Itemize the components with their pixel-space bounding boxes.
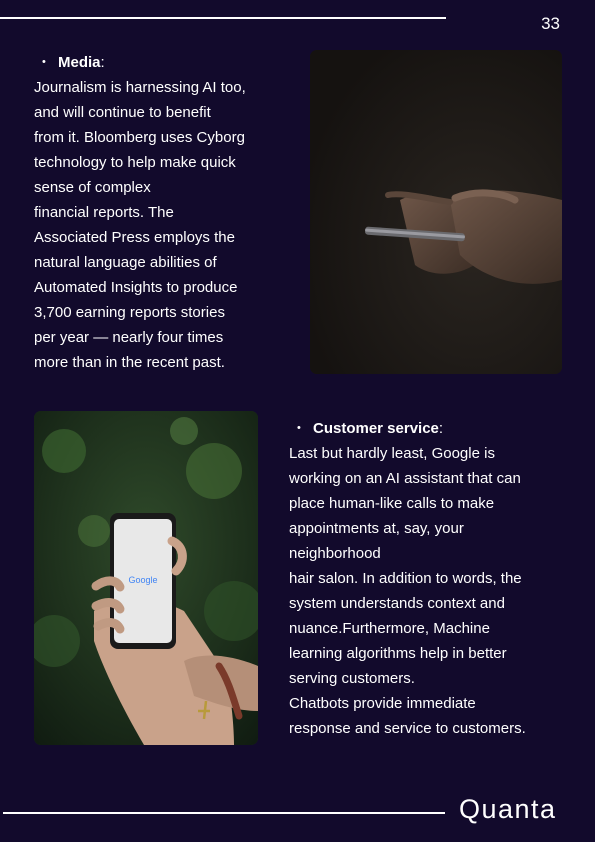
bullet-dot-icon: • [42, 56, 46, 68]
media-line: 3,700 earning reports stories [34, 304, 225, 321]
customer-service-heading: Customer service [313, 420, 439, 437]
media-line: technology to help make quick [34, 154, 236, 171]
customer-service-heading-colon: : [438, 420, 444, 437]
media-line: per year — nearly four times [34, 329, 224, 346]
media-line: Associated Press employs the [34, 229, 235, 246]
customer-service-line: system understands context and [289, 595, 505, 612]
customer-service-line: serving customers. [289, 670, 415, 687]
media-line: from it. Bloomberg uses Cyborg [34, 129, 245, 146]
media-section: • Media: Journalism is harnessing AI too… [34, 50, 284, 375]
customer-service-section: • Customer service: Last but hardly leas… [289, 416, 569, 741]
media-line: Journalism is harnessing AI too, [34, 79, 246, 96]
media-heading: Media [58, 54, 101, 71]
media-heading-line: • Media: [34, 50, 284, 75]
media-line: financial reports. The [34, 204, 174, 221]
customer-service-line: place human-like calls to make [289, 495, 495, 512]
media-heading-colon: : [100, 54, 105, 71]
customer-service-line: appointments at, say, your [289, 520, 464, 537]
bottom-divider [3, 812, 445, 814]
top-divider [0, 17, 446, 19]
customer-service-line: Chatbots provide immediate [289, 695, 476, 712]
customer-service-line: hair salon. In addition to words, the [289, 570, 522, 587]
media-line: more than in the recent past. [34, 354, 225, 371]
google-phone-photo: Google [34, 411, 258, 745]
media-line: Automated Insights to produce [34, 279, 238, 296]
customer-service-line: nuance.Furthermore, Machine [289, 620, 490, 637]
brand-name: Quanta [459, 794, 557, 824]
customer-service-line: response and service to customers. [289, 720, 526, 737]
page-number: 33 [541, 14, 560, 33]
customer-service-line: working on an AI assistant that can [289, 470, 521, 487]
hands-holding-phone-photo [310, 50, 562, 374]
bullet-dot-icon: • [297, 422, 301, 434]
customer-service-line: learning algorithms help in better [289, 645, 507, 662]
hands-holding-phone-illustration [310, 50, 562, 374]
customer-service-line: Last but hardly least, Google is [289, 445, 495, 462]
media-line: natural language abilities of [34, 254, 217, 271]
media-line: sense of complex [34, 179, 151, 196]
customer-service-heading-line: • Customer service: [289, 416, 569, 441]
media-line: and will continue to benefit [34, 104, 211, 121]
customer-service-line: neighborhood [289, 545, 381, 562]
google-phone-illustration: Google [34, 411, 258, 745]
